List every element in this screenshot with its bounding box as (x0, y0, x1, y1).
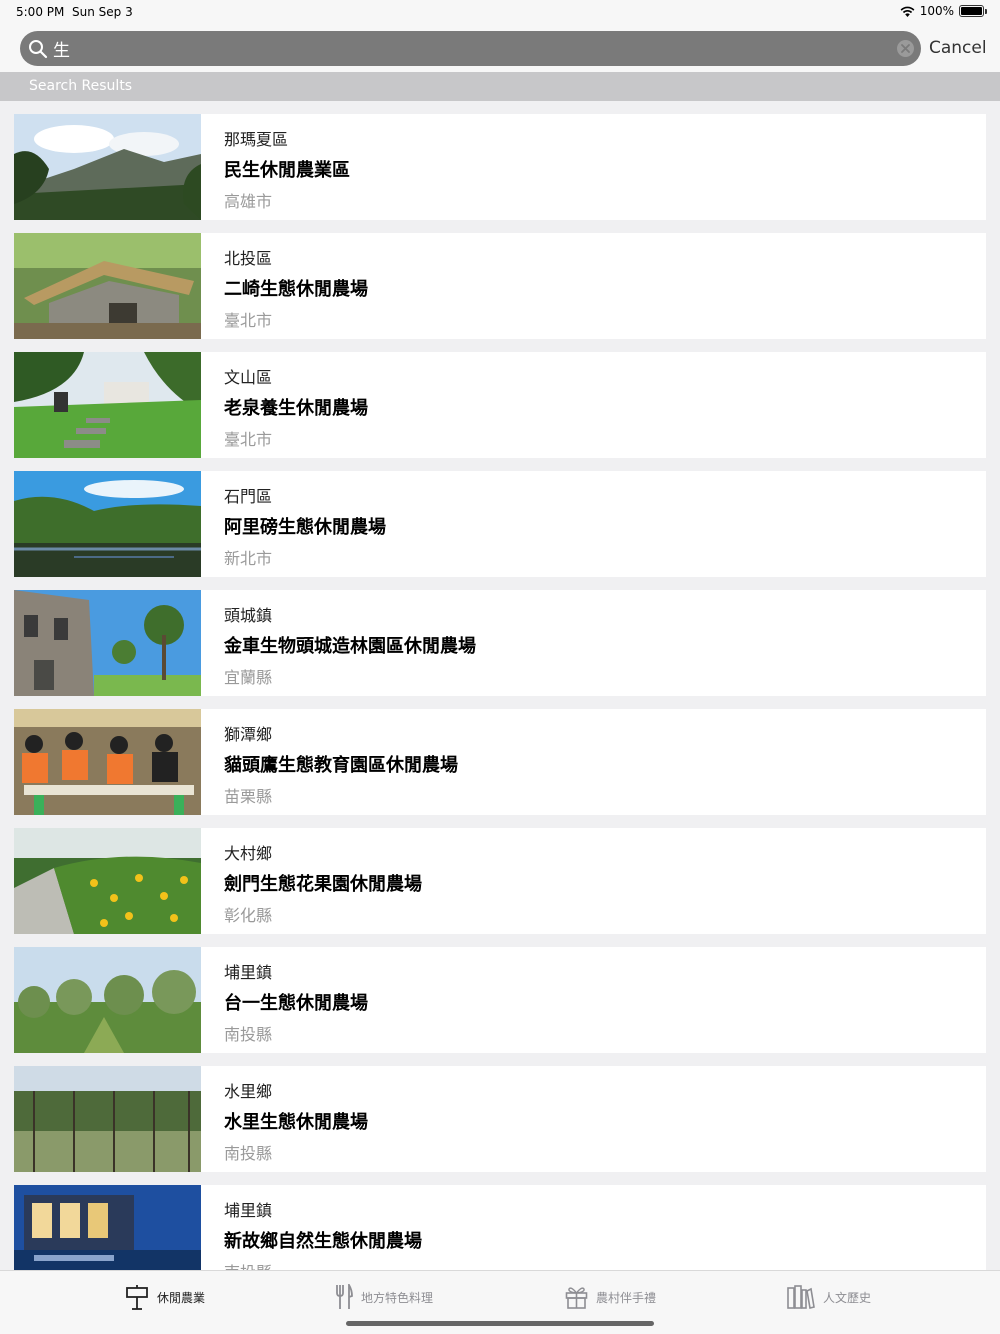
row-city: 新北市 (224, 549, 273, 568)
list-item[interactable]: 水里鄉 水里生態休閒農場 南投縣 (14, 1066, 986, 1172)
list-item[interactable]: 獅潭鄉 貓頭鷹生態教育園區休閒農場 苗栗縣 (14, 709, 986, 815)
search-input[interactable]: 生 (20, 31, 921, 66)
row-name: 金車生物頭城造林園區休閒農場 (224, 636, 476, 657)
row-name: 老泉養生休閒農場 (224, 398, 368, 419)
books-icon (787, 1285, 815, 1309)
cancel-button[interactable]: Cancel (929, 38, 987, 58)
fork-knife-icon (336, 1284, 353, 1309)
row-name: 二崎生態休閒農場 (224, 279, 368, 300)
thumbnail-building-trees (14, 590, 201, 696)
clear-icon[interactable] (897, 40, 914, 57)
row-city: 宜蘭縣 (224, 668, 273, 687)
gift-icon (565, 1287, 588, 1309)
row-city: 臺北市 (224, 430, 273, 449)
row-city: 臺北市 (224, 311, 273, 330)
section-title: Search Results (29, 78, 133, 94)
row-district: 水里鄉 (224, 1082, 273, 1101)
farm-sign-icon (126, 1285, 148, 1310)
thumbnail-stone-hut (14, 233, 201, 339)
status-bar: 5:00 PM Sun Sep 3 100% (0, 0, 1000, 24)
row-district: 大村鄉 (224, 844, 273, 863)
tab-label: 地方特色料理 (361, 1290, 434, 1305)
row-city: 苗栗縣 (224, 787, 273, 806)
tab-leisure-farming[interactable]: 休閒農業 (125, 1283, 205, 1311)
row-name: 新故鄉自然生態休閒農場 (224, 1231, 422, 1252)
search-icon (29, 39, 48, 58)
tab-souvenirs[interactable]: 農村伴手禮 (565, 1283, 656, 1311)
list-item[interactable]: 北投區 二崎生態休閒農場 臺北市 (14, 233, 986, 339)
row-district: 獅潭鄉 (224, 725, 273, 744)
thumbnail-students (14, 709, 201, 815)
list-item[interactable]: 文山區 老泉養生休閒農場 臺北市 (14, 352, 986, 458)
battery-percent: 100% (919, 4, 954, 18)
row-district: 埔里鎮 (224, 1201, 273, 1220)
row-city: 南投縣 (224, 1025, 273, 1044)
thumbnail-garden-path (14, 352, 201, 458)
search-value: 生 (53, 41, 70, 61)
row-city: 彰化縣 (224, 906, 273, 925)
thumbnail-night-building (14, 1185, 201, 1270)
row-name: 阿里磅生態休閒農場 (224, 517, 386, 538)
thumbnail-orchard (14, 947, 201, 1053)
list-item[interactable]: 那瑪夏區 民生休閒農業區 高雄市 (14, 114, 986, 220)
row-district: 頭城鎮 (224, 606, 273, 625)
results-list[interactable]: 那瑪夏區 民生休閒農業區 高雄市 北投區 二崎生態休閒農場 臺北市 文山區 老泉… (0, 101, 1000, 1270)
section-header: Search Results (0, 72, 1000, 101)
tab-history[interactable]: 人文歷史 (787, 1283, 871, 1311)
list-item[interactable]: 大村鄉 劍門生態花果園休閒農場 彰化縣 (14, 828, 986, 934)
row-district: 北投區 (224, 249, 273, 268)
row-district: 埔里鎮 (224, 963, 273, 982)
tab-label: 人文歷史 (823, 1290, 872, 1305)
battery-icon (959, 5, 987, 17)
tab-label: 農村伴手禮 (596, 1290, 657, 1305)
row-name: 台一生態休閒農場 (224, 993, 368, 1014)
row-city: 南投縣 (224, 1259, 272, 1270)
tab-label: 休閒農業 (157, 1290, 206, 1305)
row-city: 高雄市 (224, 192, 273, 211)
row-district: 那瑪夏區 (224, 130, 289, 149)
status-right: 100% (900, 4, 987, 18)
thumbnail-flowers (14, 828, 201, 934)
thumbnail-vineyard (14, 1066, 201, 1172)
row-name: 貓頭鷹生態教育園區休閒農場 (224, 755, 458, 776)
status-time: 5:00 PM Sun Sep 3 (16, 5, 133, 19)
home-indicator[interactable] (346, 1321, 654, 1326)
row-name: 民生休閒農業區 (224, 160, 350, 181)
list-item[interactable]: 石門區 阿里磅生態休閒農場 新北市 (14, 471, 986, 577)
row-district: 石門區 (224, 487, 273, 506)
search-area: 生 Cancel (0, 24, 1000, 72)
wifi-icon (900, 6, 915, 17)
thumbnail-mountain-valley (14, 114, 201, 220)
thumbnail-lake-forest (14, 471, 201, 577)
row-city: 南投縣 (224, 1144, 273, 1163)
row-name: 水里生態休閒農場 (224, 1112, 368, 1133)
list-item[interactable]: 埔里鎮 台一生態休閒農場 南投縣 (14, 947, 986, 1053)
list-item[interactable]: 埔里鎮 新故鄉自然生態休閒農場 南投縣 (14, 1185, 986, 1270)
row-district: 文山區 (224, 368, 273, 387)
list-item[interactable]: 頭城鎮 金車生物頭城造林園區休閒農場 宜蘭縣 (14, 590, 986, 696)
row-name: 劍門生態花果園休閒農場 (224, 874, 422, 895)
tab-local-cuisine[interactable]: 地方特色料理 (335, 1283, 433, 1311)
